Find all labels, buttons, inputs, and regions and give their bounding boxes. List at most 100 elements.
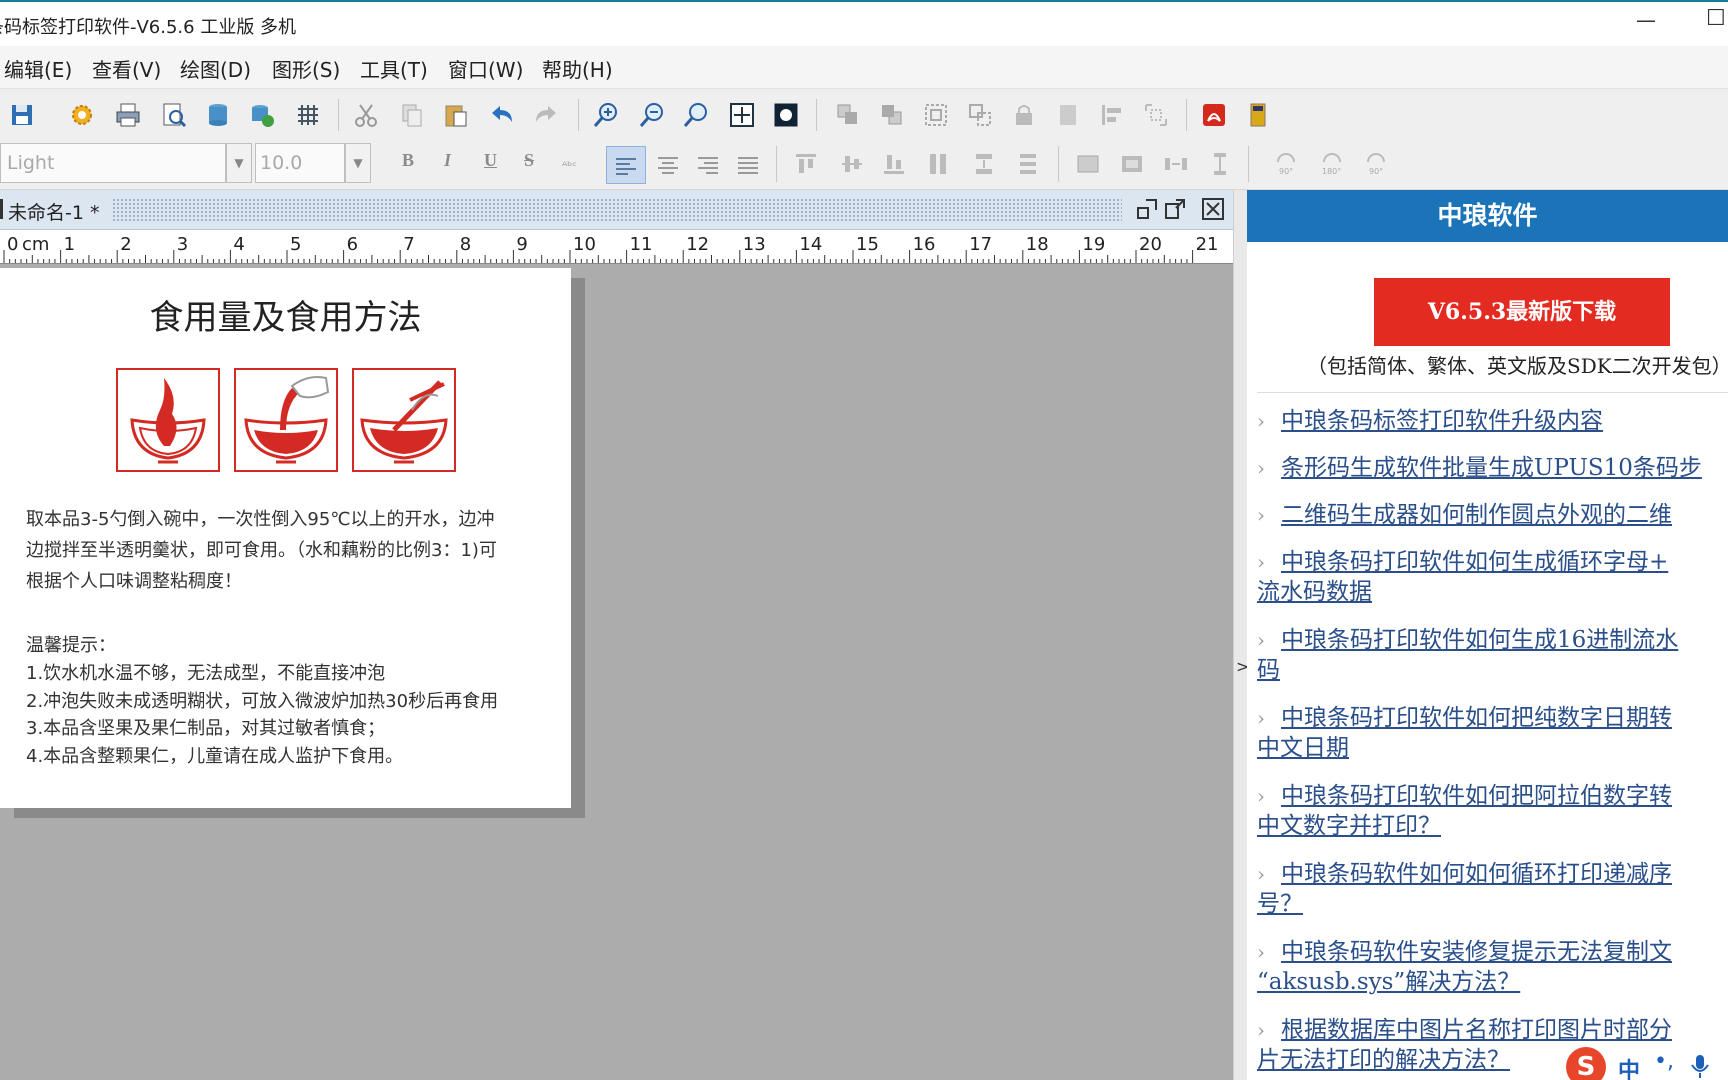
minimize-button[interactable]: — [1636, 8, 1664, 36]
zoom-in-icon[interactable] [592, 101, 620, 129]
ruler-label: 0 [7, 234, 18, 255]
ruler-label: 3 [177, 234, 188, 255]
same-size-icon[interactable] [1118, 150, 1146, 178]
group-icon[interactable] [922, 101, 950, 129]
tab-left-marker [0, 199, 3, 219]
ruler-label: 20 [1139, 234, 1162, 255]
settings-icon[interactable] [68, 101, 96, 129]
page-icon[interactable] [1054, 101, 1082, 129]
justify-icon[interactable] [734, 150, 762, 178]
tips-title: 温馨提示： [26, 635, 116, 656]
menu-help[interactable]: 帮助(H) [542, 54, 613, 83]
undo-icon[interactable] [488, 101, 516, 129]
horizontal-space-icon[interactable] [1162, 150, 1190, 178]
same-width-icon[interactable] [1074, 150, 1102, 178]
text-effect-icon[interactable]: ᴬᵇᶜ [558, 150, 586, 178]
distribute-icon[interactable] [1142, 101, 1170, 129]
menu-draw[interactable]: 绘图(D) [180, 54, 251, 83]
print-icon[interactable] [114, 101, 142, 129]
align-center-icon[interactable] [654, 150, 682, 178]
maximize-button[interactable]: ☐ [1706, 6, 1728, 34]
rotate-180-icon[interactable]: 180° [1318, 150, 1346, 178]
ime-punctuation-toggle[interactable]: •, [1654, 1049, 1674, 1074]
instructions-line-1: 取本品3-5勺倒入碗中，一次性倒入95℃以上的开水，边冲 [26, 509, 495, 530]
ime-logo-icon[interactable]: S [1566, 1047, 1606, 1080]
same-height-icon[interactable] [924, 150, 952, 178]
font-name-select[interactable]: Light [0, 143, 226, 183]
menu-window[interactable]: 窗口(W) [448, 54, 523, 83]
cut-icon[interactable] [352, 101, 380, 129]
panel-collapse-bar[interactable]: > [1233, 190, 1249, 1080]
align-right-icon[interactable] [694, 150, 722, 178]
ruler-label: 1 [64, 234, 75, 255]
menu-tools[interactable]: 工具(T) [360, 54, 428, 83]
ruler-label: 6 [347, 234, 358, 255]
align-middle-icon[interactable] [838, 150, 866, 178]
zoom-icon[interactable] [682, 101, 710, 129]
calculator-icon[interactable] [1244, 101, 1272, 129]
chevron-right-icon: › [1257, 456, 1265, 480]
ruler-label: 16 [913, 234, 936, 255]
tip-4: 4.本品含整颗果仁，儿童请在成人监护下食用。 [26, 746, 404, 767]
align-left-button[interactable] [606, 146, 646, 184]
zoom-out-icon[interactable] [638, 101, 666, 129]
align-bottom-icon[interactable] [880, 150, 908, 178]
ruler-label: 9 [516, 234, 527, 255]
pdf-icon[interactable] [1200, 101, 1228, 129]
font-size-select[interactable]: 10.0 [255, 143, 345, 183]
bring-front-icon[interactable] [834, 101, 862, 129]
ruler-label: 18 [1026, 234, 1049, 255]
grid-icon[interactable] [294, 101, 322, 129]
underline-button[interactable]: U [484, 150, 497, 171]
toolbar-separator [1058, 146, 1059, 182]
fit-width-icon[interactable] [772, 101, 800, 129]
rotate-90-right-icon[interactable]: 90° [1362, 150, 1390, 178]
menu-bar: 编辑(E) 查看(V) 绘图(D) 图形(S) 工具(T) 窗口(W) 帮助(H… [0, 46, 1728, 88]
ruler-label: 11 [630, 234, 653, 255]
send-back-icon[interactable] [878, 101, 906, 129]
restore-doc-icon[interactable] [1134, 196, 1160, 222]
chevron-right-icon: › [1257, 550, 1265, 574]
vertical-distribute-icon[interactable] [1014, 150, 1042, 178]
database-link-icon[interactable] [248, 101, 276, 129]
close-doc-icon[interactable] [1200, 196, 1226, 222]
horizontal-ruler: 0 1 2 3 4 5 6 7 8 9 10 11 12 13 14 15 16 17 18 19 20 21 cm [0, 230, 1233, 264]
database-icon[interactable] [204, 101, 232, 129]
paste-icon[interactable] [442, 101, 470, 129]
fit-page-icon[interactable] [728, 101, 756, 129]
center-page-icon[interactable] [1206, 150, 1234, 178]
stir-bowl-icon [352, 368, 456, 472]
font-dropdown-arrow-icon[interactable]: ▼ [226, 143, 252, 183]
label-page[interactable]: 食用量及食用方法 取本品3-5勺倒入碗中，一次性倒入95℃以上的开水，边冲 边搅… [0, 268, 571, 808]
redo-icon[interactable] [532, 101, 560, 129]
strikethrough-button[interactable]: S [524, 150, 534, 171]
float-doc-icon[interactable] [1162, 196, 1188, 222]
copy-icon[interactable] [398, 101, 426, 129]
save-icon[interactable] [8, 101, 36, 129]
rotate-90-left-icon[interactable]: 90° [1272, 150, 1300, 178]
menu-view[interactable]: 查看(V) [92, 54, 161, 83]
microphone-icon[interactable] [1690, 1053, 1710, 1079]
document-tab-title[interactable]: 未命名-1 * [8, 198, 99, 225]
vertical-space-icon[interactable] [970, 150, 998, 178]
svg-text:180°: 180° [1322, 167, 1341, 176]
toolbar-separator [1248, 146, 1249, 182]
italic-button[interactable]: I [444, 150, 451, 171]
lock-icon[interactable] [1010, 101, 1038, 129]
menu-shape[interactable]: 图形(S) [272, 54, 340, 83]
align-icon[interactable] [1098, 101, 1126, 129]
ungroup-icon[interactable] [966, 101, 994, 129]
main-toolbar [0, 88, 1728, 140]
ruler-unit: cm [22, 234, 49, 255]
chevron-right-icon: › [1257, 1018, 1265, 1042]
font-size-dropdown-arrow-icon[interactable]: ▼ [345, 143, 371, 183]
print-preview-icon[interactable] [160, 101, 188, 129]
bold-button[interactable]: B [402, 150, 414, 171]
pour-powder-icon [116, 368, 220, 472]
ime-toolbar[interactable]: S 中 •, [1562, 1045, 1728, 1080]
align-top-icon[interactable] [792, 150, 820, 178]
download-button[interactable]: V6.5.3最新版下载 [1374, 278, 1670, 346]
ime-language-toggle[interactable]: 中 [1618, 1053, 1640, 1080]
toolbar-separator [816, 99, 817, 131]
menu-edit[interactable]: 编辑(E) [4, 54, 72, 83]
